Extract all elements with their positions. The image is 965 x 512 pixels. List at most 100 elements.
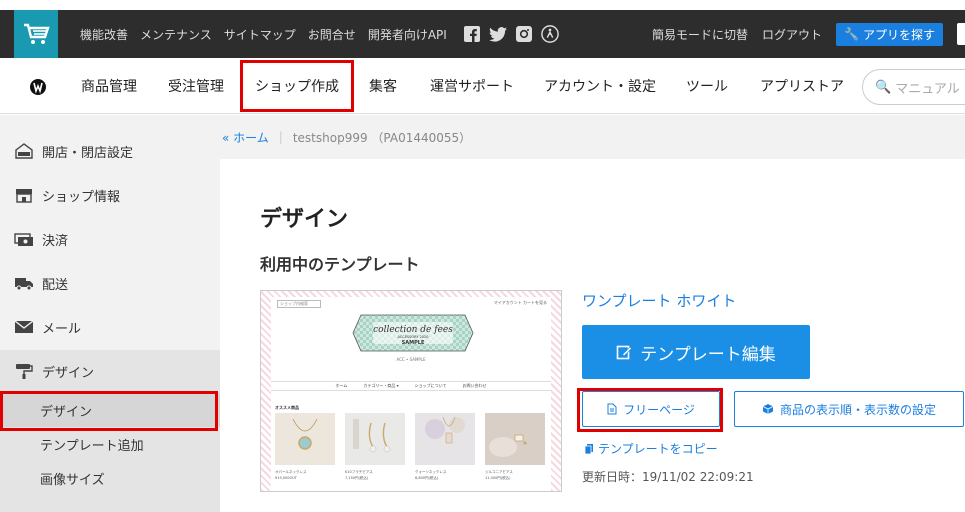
thumbnail-nav-item: ショップについて xyxy=(414,383,447,388)
product-price: 11,000円(税込) xyxy=(485,476,511,480)
thumbnail-nav: ホーム カテゴリー・商品 ▾ ショップについて お問い合わせ xyxy=(271,381,551,391)
mail-icon xyxy=(14,319,34,335)
cart-icon xyxy=(24,23,50,44)
nav-shop-creation[interactable]: ショップ作成 xyxy=(255,58,339,114)
main-content: デザイン 利用中のテンプレート ショップ内検索 マイアカウント カートを見る c… xyxy=(220,159,965,512)
logout-link[interactable]: ログアウト xyxy=(762,26,822,43)
copy-template-link[interactable]: テンプレートをコピー xyxy=(584,440,718,457)
thumbnail-banner: collection de fees ACCESSORY 2020 SAMPLE xyxy=(352,314,474,352)
product-price: 7,150円(税込) xyxy=(345,476,369,480)
cube-icon xyxy=(762,404,774,414)
copy-icon xyxy=(584,443,593,454)
product-price: 8,800円(税込) xyxy=(415,476,439,480)
sidebar-item-mail[interactable]: メール xyxy=(0,305,220,349)
breadcrumb-shop: testshop999 （PA01440055） xyxy=(292,130,472,145)
toplink-improvement[interactable]: 機能改善 xyxy=(80,26,128,43)
template-edit-label: テンプレート編集 xyxy=(640,344,776,365)
product-display-order-button[interactable]: 商品の表示順・表示数の設定 xyxy=(734,391,964,427)
paint-roller-icon xyxy=(14,363,34,379)
top-bar: 機能改善 メンテナンス サイトマップ お問合せ 開発者向けAPI 簡易モードに切… xyxy=(0,10,965,58)
manual-search-input[interactable]: 🔍 マニュアル xyxy=(862,69,965,105)
app-search-label: アプリを探す xyxy=(862,27,935,42)
nav-marketing[interactable]: 集客 xyxy=(369,58,397,114)
free-page-label: フリーページ xyxy=(623,402,695,417)
nav-app-store[interactable]: アプリストア xyxy=(760,58,844,114)
partial-button[interactable] xyxy=(957,23,965,45)
simple-mode-link[interactable]: 簡易モードに切替 xyxy=(652,26,748,43)
sidebar-item-open-close[interactable]: 開店・閉店設定 xyxy=(0,129,220,173)
thumbnail-product: オパールネックレス ¥15,000OUT xyxy=(275,413,335,480)
copy-template-label: テンプレートをコピー xyxy=(598,442,718,456)
updated-timestamp: 更新日時：19/11/02 22:09:21 xyxy=(582,470,754,484)
template-edit-button[interactable]: テンプレート編集 xyxy=(582,325,810,379)
wrench-icon: 🔧 xyxy=(844,27,859,41)
nav-product-management[interactable]: 商品管理 xyxy=(81,58,137,114)
product-name: オパールネックレス xyxy=(275,470,307,474)
thumbnail-nav-item: お問い合わせ xyxy=(462,383,487,388)
sidebar-item-design[interactable]: デザイン xyxy=(0,349,220,393)
sidebar-item-label: 決済 xyxy=(42,233,69,249)
brand-logo-icon[interactable] xyxy=(29,78,47,96)
page-title: デザイン xyxy=(260,207,349,232)
sidebar-subitem-design[interactable]: デザイン xyxy=(0,393,220,427)
sidebar-item-shop-info[interactable]: ショップ情報 xyxy=(0,173,220,217)
thumbnail-tagline: ACC • SAMPLE xyxy=(396,357,426,362)
product-price: ¥15,000OUT xyxy=(275,476,297,480)
money-icon xyxy=(14,231,34,247)
toplink-maintenance[interactable]: メンテナンス xyxy=(140,26,212,43)
product-name: クォーツネックレス xyxy=(415,470,447,474)
instagram-icon[interactable] xyxy=(515,25,533,43)
section-title: 利用中のテンプレート xyxy=(260,255,420,274)
thumbnail-product: クォーツネックレス 8,800円(税込) xyxy=(415,413,475,480)
template-thumbnail[interactable]: ショップ内検索 マイアカウント カートを見る collection de fee… xyxy=(260,290,562,492)
thumbnail-product: ジルコニアピアス 11,000円(税込) xyxy=(485,413,545,480)
thumbnail-cart: マイアカウント カートを見る xyxy=(493,300,547,305)
app-search-button[interactable]: 🔧 アプリを探す xyxy=(836,22,943,46)
thumbnail-nav-item: ホーム xyxy=(335,383,348,388)
accessibility-icon[interactable] xyxy=(540,25,559,43)
thumbnail-product: K10フラチピアス 7,150円(税込) xyxy=(345,413,405,480)
sidebar-item-label: メール xyxy=(42,321,82,337)
thumbnail-page: ショップ内検索 マイアカウント カートを見る collection de fee… xyxy=(271,297,551,491)
thumbnail-nav-item: カテゴリー・商品 ▾ xyxy=(363,383,399,388)
product-image xyxy=(415,413,475,465)
twitter-icon[interactable] xyxy=(488,25,507,43)
banner-script-text: collection de fees xyxy=(373,325,453,335)
nav-order-management[interactable]: 受注管理 xyxy=(168,58,224,114)
product-display-order-label: 商品の表示順・表示数の設定 xyxy=(779,402,936,417)
storefront-icon xyxy=(14,187,34,203)
product-name: ジルコニアピアス xyxy=(485,470,513,474)
facebook-icon[interactable] xyxy=(463,25,481,43)
nav-operation-support[interactable]: 運営サポート xyxy=(430,58,514,114)
thumbnail-recommend-heading: オススメ商品 xyxy=(275,405,299,410)
product-image xyxy=(345,413,405,465)
banner-sample-text: SAMPLE xyxy=(402,340,425,346)
truck-icon xyxy=(14,275,34,291)
cart-logo[interactable] xyxy=(14,10,58,58)
sidebar-item-payment[interactable]: 決済 xyxy=(0,217,220,261)
main-nav: 商品管理 受注管理 ショップ作成 集客 運営サポート アカウント・設定 ツール … xyxy=(0,58,965,114)
sidebar-subitem-image-size[interactable]: 画像サイズ xyxy=(0,461,220,495)
product-name: K10フラチピアス xyxy=(345,470,373,474)
free-page-button[interactable]: フリーページ xyxy=(582,391,720,427)
toplink-sitemap[interactable]: サイトマップ xyxy=(224,26,296,43)
edit-icon xyxy=(616,345,633,360)
toplink-api[interactable]: 開発者向けAPI xyxy=(368,26,447,43)
banner-sub-text: ACCESSORY 2020 xyxy=(398,335,429,339)
breadcrumb: « ホーム | testshop999 （PA01440055） xyxy=(220,115,965,159)
product-image xyxy=(275,413,335,465)
sidebar-item-label: ショップ情報 xyxy=(42,189,121,205)
manual-search-placeholder: マニュアル xyxy=(895,81,960,97)
sidebar-item-delivery[interactable]: 配送 xyxy=(0,261,220,305)
template-name-link[interactable]: ワンプレート ホワイト xyxy=(582,290,736,311)
nav-tools[interactable]: ツール xyxy=(686,58,728,114)
toplink-contact[interactable]: お問合せ xyxy=(308,26,356,43)
nav-account-settings[interactable]: アカウント・設定 xyxy=(544,58,656,114)
sidebar: 開店・閉店設定 ショップ情報 決済 配送 メール デザイン デザイン テンプレー… xyxy=(0,115,220,512)
sidebar-subitem-add-template[interactable]: テンプレート追加 xyxy=(0,427,220,461)
sidebar-item-label: 開店・閉店設定 xyxy=(42,145,134,161)
breadcrumb-separator: | xyxy=(278,130,283,144)
product-image xyxy=(485,413,545,465)
sidebar-item-label: デザイン xyxy=(42,365,95,381)
breadcrumb-home-link[interactable]: « ホーム xyxy=(222,129,269,146)
